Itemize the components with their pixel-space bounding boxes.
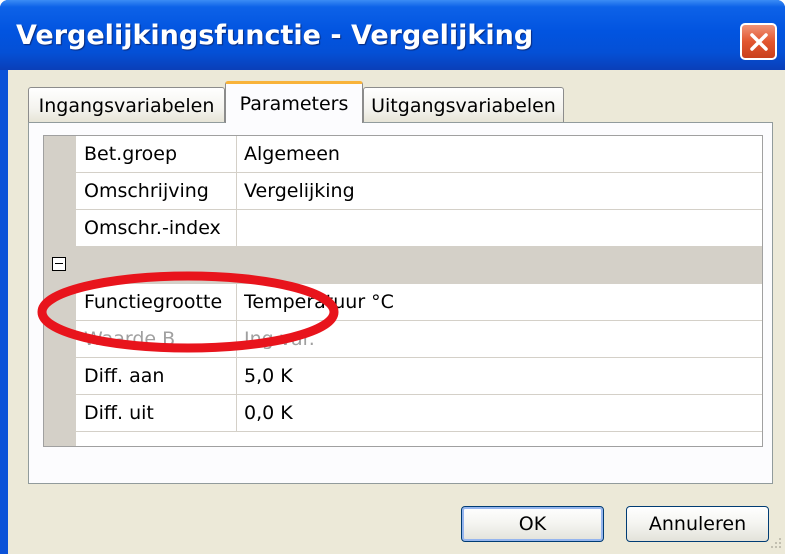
column-divider [236, 136, 237, 172]
property-name: Functiegrootte [84, 291, 223, 313]
property-row-diff-uit[interactable]: Diff. uit 0,0 K [76, 395, 762, 432]
close-icon [749, 32, 768, 51]
property-row-diff-aan[interactable]: Diff. aan 5,0 K [76, 358, 762, 395]
dialog-client-area: Ingangsvariabelen Uitgangsvariabelen Bet… [8, 70, 785, 554]
property-name: Waarde B [84, 328, 176, 350]
close-button[interactable] [740, 23, 777, 60]
tab-parameters[interactable]: Parameters [225, 81, 363, 123]
property-grid-gutter [44, 136, 76, 446]
tab-label: Uitgangsvariabelen [371, 94, 556, 117]
property-name: Bet.groep [84, 143, 178, 165]
property-name: Diff. uit [84, 402, 154, 424]
property-value[interactable]: Temperatuur °C [244, 284, 754, 320]
column-divider [236, 321, 237, 357]
window-title: Vergelijkingsfunctie - Vergelijking [16, 20, 534, 51]
property-name: Omschrijving [84, 180, 209, 202]
property-name: Diff. aan [84, 365, 165, 387]
tab-ingangsvariabelen[interactable]: Ingangsvariabelen [28, 87, 225, 123]
ok-button[interactable]: OK [461, 506, 604, 542]
column-divider [236, 284, 237, 320]
column-divider [236, 210, 237, 246]
property-value[interactable]: 5,0 K [244, 358, 754, 394]
collapse-minus-icon[interactable] [52, 257, 66, 271]
property-row-functiegrootte[interactable]: Functiegrootte Temperatuur °C [76, 284, 762, 321]
property-value: Ing.var. [244, 328, 315, 350]
property-row-omschr-index[interactable]: Omschr.-index [76, 210, 762, 247]
cancel-button-label: Annuleren [648, 513, 747, 535]
tab-panel-parameters: Bet.groep Algemeen Omschrijving Vergelij… [28, 122, 773, 484]
ok-button-label: OK [518, 513, 547, 535]
title-bar[interactable]: Vergelijkingsfunctie - Vergelijking [0, 0, 785, 70]
property-row-waarde-b[interactable]: Waarde B Ing.var. [76, 321, 762, 358]
property-value[interactable]: Vergelijking [244, 173, 754, 209]
property-value[interactable] [244, 210, 754, 246]
column-divider [236, 358, 237, 394]
property-value[interactable]: Algemeen [244, 136, 754, 172]
column-divider [236, 395, 237, 431]
tab-label: Ingangsvariabelen [38, 94, 215, 117]
tab-uitgangsvariabelen[interactable]: Uitgangsvariabelen [363, 87, 564, 123]
property-row-bet-groep[interactable]: Bet.groep Algemeen [76, 136, 762, 173]
property-category-row[interactable] [44, 247, 762, 284]
tab-label: Parameters [239, 92, 349, 115]
property-name: Omschr.-index [84, 217, 221, 239]
property-grid[interactable]: Bet.groep Algemeen Omschrijving Vergelij… [43, 135, 763, 447]
property-value[interactable]: 0,0 K [244, 395, 754, 431]
property-row-omschrijving[interactable]: Omschrijving Vergelijking [76, 173, 762, 210]
cancel-button[interactable]: Annuleren [626, 506, 769, 542]
dialog-window: Vergelijkingsfunctie - Vergelijking Inga… [0, 0, 785, 554]
resize-grip-icon[interactable] [767, 536, 783, 552]
column-divider [236, 173, 237, 209]
